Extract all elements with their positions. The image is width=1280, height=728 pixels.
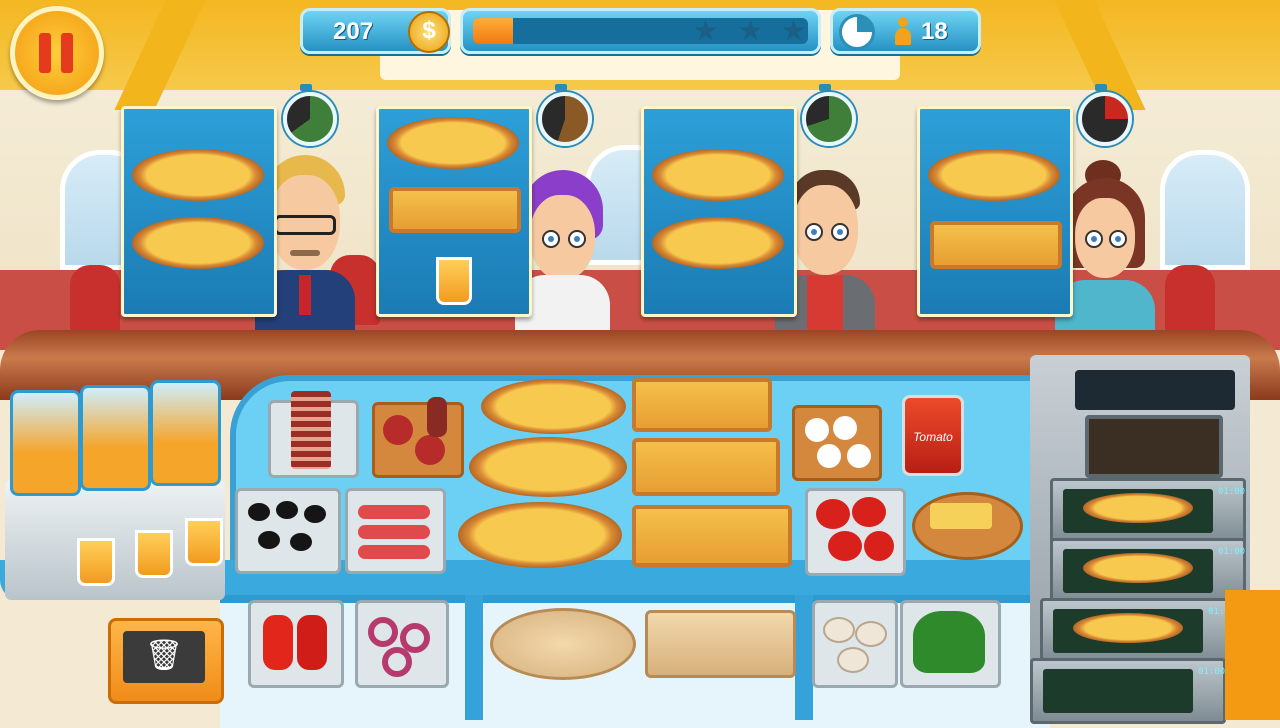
oven-slot-2[interactable]: 01:00 [1050,538,1246,604]
star-icon: ★ [738,15,764,46]
face [793,185,858,275]
customers-left-count: 18 [921,18,948,45]
coins-count: 207 [333,18,374,45]
ingredient-onions[interactable] [355,600,449,688]
rect-pizza-tomato[interactable] [632,505,792,567]
tomato-sauce-jar[interactable]: Tomato [902,395,964,476]
pause-icon-bar [61,33,73,73]
juice-tank [80,385,151,491]
order-item-pizza [652,217,784,269]
ingredient-lettuce[interactable] [900,600,1001,688]
cheese-block-icon [930,503,992,529]
order-item-pizza [652,149,784,201]
oven-slot-1[interactable]: 01:00 [1050,478,1246,544]
dough-round[interactable] [490,608,636,680]
stopwatch-icon [283,92,337,146]
face [1075,198,1135,278]
clock-icon [839,14,875,50]
oven-timer: 01:00 [1218,547,1246,557]
oven-slot-4[interactable]: 01:00 [1030,658,1226,724]
red-shirt [807,275,843,330]
pizza-salami-mushroom[interactable] [458,502,622,568]
oven-timer: 01:00 [1218,487,1246,497]
sauce-label: Tomato [913,430,953,444]
ingredient-salami[interactable] [372,397,464,478]
pause-button[interactable] [10,6,104,100]
oven-timer: 01:00 [1198,667,1226,677]
oven-slot-pizza [1063,489,1213,533]
order-ticket-4[interactable] [917,106,1073,317]
trash-icon: 🗑 [123,631,205,683]
order-ticket-1[interactable] [121,106,277,317]
stopwatch-icon [538,92,592,146]
ingredient-sausages[interactable] [345,488,446,574]
level-progress-panel: ★ ★ ★ [460,8,821,54]
order-item-rect-pizza [389,187,521,233]
rect-pizza-shrimp[interactable] [632,438,780,496]
face [270,175,340,270]
customer-icon [895,17,911,45]
oven-slot-pizza [1053,609,1203,653]
ingredient-cheese[interactable] [912,492,1023,560]
tie [299,275,311,315]
oven-slot-empty [1043,669,1193,713]
ingredient-mozzarella[interactable] [792,405,882,481]
ingredient-bacon[interactable] [268,391,359,478]
mustache [290,250,320,256]
oven-display [1075,370,1235,410]
rect-pizza-cheese[interactable] [632,378,772,432]
ingredient-tomatoes[interactable] [805,488,906,576]
window [1160,150,1250,270]
juice-cup[interactable] [185,518,223,566]
bacon-icon [291,391,331,469]
oven-slot-pizza [1063,549,1213,593]
juice-cup[interactable] [77,538,115,586]
pause-icon [39,33,51,73]
order-item-pizza [387,117,519,169]
juice-tank [10,390,81,496]
coins-panel: 207 $ [300,8,451,54]
juice-machine[interactable] [5,380,225,605]
order-item-pizza [928,149,1060,201]
pizza-mozzarella[interactable] [481,379,626,434]
oven-window [1085,415,1223,478]
stopwatch-icon [1078,92,1132,146]
star-icon: ★ [781,15,807,46]
trash-bin[interactable]: 🗑 [108,618,224,704]
customers-panel: 18 [830,8,981,54]
shelf-post [795,595,813,720]
ingredient-olives[interactable] [235,488,341,574]
chair [70,265,120,335]
shelf-post [465,595,483,720]
order-item-rect-pizza [930,221,1062,269]
ingredient-mushrooms[interactable] [812,600,898,688]
order-ticket-3[interactable] [641,106,797,317]
order-ticket-2[interactable] [376,106,532,317]
oven-slot-3[interactable]: 01:00 [1040,598,1236,664]
juice-cup[interactable] [135,530,173,578]
side-cabinet [1225,590,1280,720]
dough-square[interactable] [645,610,796,678]
star-icon: ★ [693,15,719,46]
ingredient-peppers[interactable] [248,600,344,688]
order-item-juice-icon [436,257,472,305]
coin-icon: $ [408,11,450,53]
juice-tank [150,380,221,486]
face [530,195,595,280]
order-item-pizza [132,217,264,269]
stopwatch-icon [802,92,856,146]
salami-icon [427,397,447,437]
glasses-icon [274,215,336,235]
order-item-pizza [132,149,264,201]
pizza-shrimp-mushroom[interactable] [469,437,627,497]
chair [1165,265,1215,335]
level-progress-fill [473,18,514,44]
